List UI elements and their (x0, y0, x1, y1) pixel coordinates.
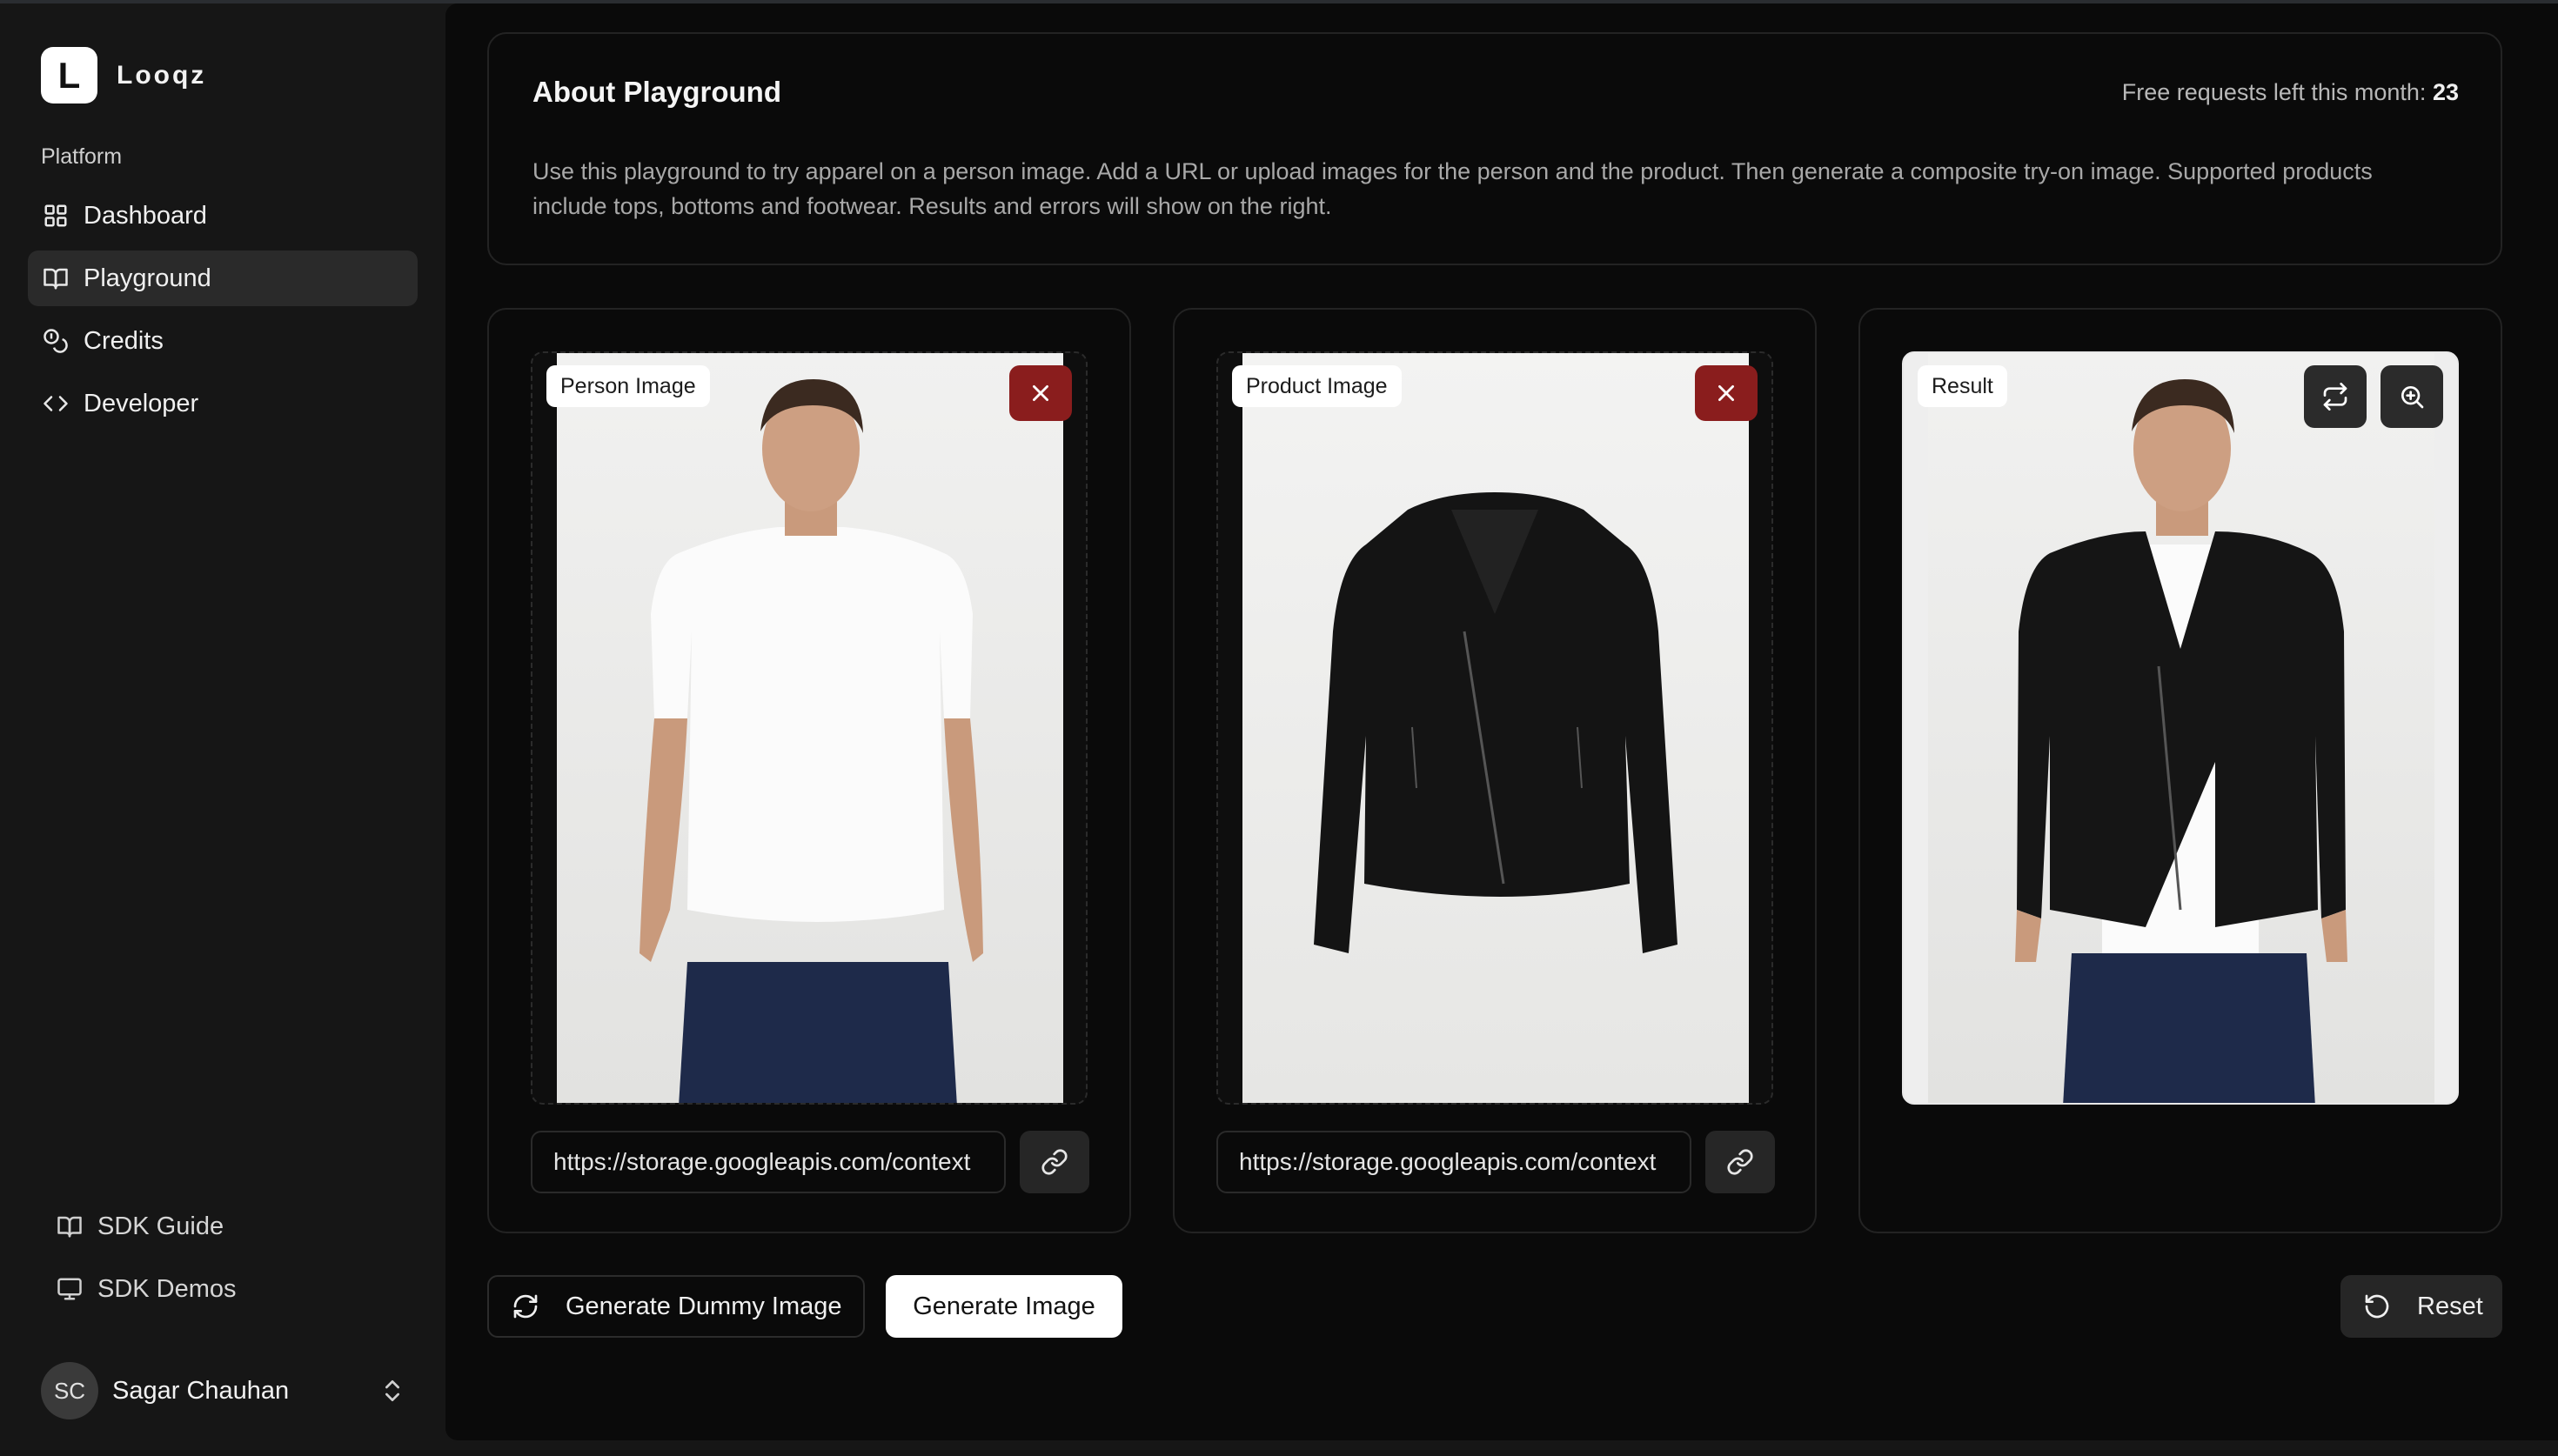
result-image-container: Result (1902, 351, 2459, 1105)
generate-dummy-image-button[interactable]: Generate Dummy Image (487, 1275, 865, 1338)
chevrons-up-down-icon (378, 1377, 406, 1409)
person-image-tag: Person Image (546, 365, 710, 407)
primary-nav: Dashboard Playground Credits Developer (28, 188, 418, 438)
product-image-dropzone[interactable]: Product Image (1216, 351, 1773, 1105)
sidebar-item-dashboard[interactable]: Dashboard (28, 188, 418, 244)
book-open-icon (56, 1212, 84, 1240)
avatar: SC (41, 1362, 98, 1419)
generate-image-button[interactable]: Generate Image (886, 1275, 1122, 1338)
sidebar-item-label: SDK Demos (97, 1274, 237, 1303)
product-url-link-button[interactable] (1705, 1131, 1775, 1193)
remove-product-image-button[interactable] (1695, 365, 1758, 421)
secondary-nav: SDK Guide SDK Demos (42, 1199, 407, 1324)
free-requests-value: 23 (2432, 79, 2459, 105)
about-description: Use this playground to try apparel on a … (532, 158, 2373, 219)
brand-logo: L (41, 47, 97, 104)
grid-icon (42, 202, 70, 230)
code-icon (42, 390, 70, 417)
book-open-icon (42, 264, 70, 292)
result-image (1928, 353, 2434, 1103)
product-url-input[interactable] (1216, 1131, 1691, 1193)
rotate-ccw-icon (2365, 1294, 2389, 1319)
main-content: About Playground Free requests left this… (445, 3, 2558, 1440)
section-label-platform: Platform (41, 144, 123, 169)
person-image-dropzone[interactable]: Person Image (531, 351, 1088, 1105)
result-panel: Result (1858, 308, 2502, 1233)
link-icon (1727, 1149, 1753, 1175)
brand-name: Looqz (117, 60, 207, 90)
sidebar-item-sdk-demos[interactable]: SDK Demos (42, 1261, 407, 1317)
refresh-icon (513, 1294, 538, 1319)
sidebar-item-playground[interactable]: Playground (28, 250, 418, 306)
zoom-result-button[interactable] (2381, 365, 2443, 428)
link-icon (1041, 1149, 1068, 1175)
sidebar-item-sdk-guide[interactable]: SDK Guide (42, 1199, 407, 1254)
product-image (1242, 353, 1749, 1103)
sidebar: L Looqz Platform Dashboard Playground Cr… (0, 3, 445, 1456)
sidebar-item-label: Playground (84, 264, 211, 292)
swap-icon (2323, 383, 2347, 411)
sidebar-item-credits[interactable]: Credits (28, 313, 418, 369)
brand[interactable]: L Looqz (41, 47, 206, 104)
sidebar-item-label: Credits (84, 326, 164, 355)
coins-icon (42, 327, 70, 355)
close-icon (1718, 385, 1734, 401)
remove-person-image-button[interactable] (1009, 365, 1072, 421)
reset-label: Reset (2417, 1292, 2483, 1320)
sidebar-item-label: SDK Guide (97, 1212, 224, 1240)
result-tag: Result (1918, 365, 2007, 407)
reset-button[interactable]: Reset (2340, 1275, 2502, 1338)
sidebar-item-developer[interactable]: Developer (28, 376, 418, 431)
monitor-icon (56, 1275, 84, 1303)
swap-result-button[interactable] (2304, 365, 2367, 428)
close-icon (1033, 385, 1048, 401)
zoom-in-icon (2401, 386, 2424, 409)
user-name: Sagar Chauhan (112, 1376, 290, 1405)
user-menu[interactable]: SC Sagar Chauhan (41, 1362, 406, 1419)
generate-dummy-image-label: Generate Dummy Image (566, 1292, 842, 1320)
person-url-input[interactable] (531, 1131, 1006, 1193)
page-title: About Playground (532, 76, 781, 108)
product-panel: Product Image (1173, 308, 1817, 1233)
about-card: About Playground Free requests left this… (487, 32, 2502, 265)
free-requests-label: Free requests left this month: (2121, 79, 2427, 105)
sidebar-item-label: Developer (84, 389, 199, 417)
person-url-link-button[interactable] (1020, 1131, 1089, 1193)
sidebar-item-label: Dashboard (84, 201, 207, 230)
person-image (557, 353, 1063, 1103)
person-panel: Person Image (487, 308, 1131, 1233)
free-requests-counter: Free requests left this month: 23 (2122, 79, 2459, 106)
product-image-tag: Product Image (1232, 365, 1402, 407)
